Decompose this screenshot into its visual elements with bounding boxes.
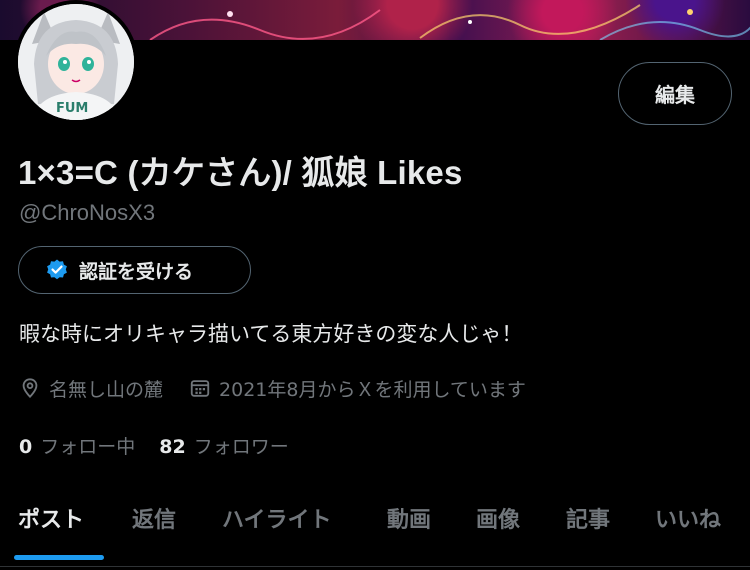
avatar[interactable]: FUM [14, 0, 138, 124]
profile-meta: 名無し山の麓 2021年8月からＸを利用しています [19, 374, 552, 402]
followers-link[interactable]: 82 フォロワー [159, 432, 288, 459]
get-verified-label: 認証を受ける [79, 260, 194, 283]
follow-stats: 0 フォロー中 82 フォロワー [19, 432, 289, 459]
tab-replies[interactable]: 返信 [132, 502, 176, 534]
tab-highlights[interactable]: ハイライト [222, 502, 332, 534]
location-pin-icon [19, 377, 41, 399]
joined-item: 2021年8月からＸを利用しています [189, 375, 526, 402]
followers-count: 82 [159, 436, 186, 458]
tab-images[interactable]: 画像 [476, 502, 520, 534]
location-text: 名無し山の麓 [49, 378, 164, 401]
following-count: 0 [19, 436, 33, 458]
edit-profile-button[interactable]: 編集 [618, 62, 732, 125]
location-item: 名無し山の麓 [19, 375, 163, 402]
following-label: フォロー中 [40, 436, 136, 458]
active-tab-indicator [14, 555, 104, 560]
display-name: 1×3=C (カケさん)/ 狐娘 Likes [18, 154, 463, 191]
svg-text:FUM: FUM [56, 101, 88, 116]
get-verified-button[interactable]: 認証を受ける [18, 246, 251, 294]
following-link[interactable]: 0 フォロー中 [19, 432, 135, 459]
followers-label: フォロワー [193, 436, 289, 458]
profile-bio: 暇な時にオリキャラ描いてる東方好きの変な人じゃ！ [19, 322, 523, 346]
avatar-illustration: FUM [18, 4, 134, 120]
verified-badge-icon [45, 258, 69, 282]
user-handle: @ChroNosX3 [19, 200, 156, 225]
tabs-divider [0, 566, 750, 567]
tab-likes[interactable]: いいね [655, 502, 721, 534]
joined-text: 2021年8月からＸを利用しています [219, 378, 526, 401]
calendar-icon [189, 377, 211, 399]
tab-articles[interactable]: 記事 [566, 502, 610, 534]
profile-tabs: ポスト 返信 ハイライト 動画 画像 記事 いいね [0, 498, 750, 570]
tab-posts[interactable]: ポスト [18, 502, 84, 534]
tab-videos[interactable]: 動画 [387, 502, 431, 534]
